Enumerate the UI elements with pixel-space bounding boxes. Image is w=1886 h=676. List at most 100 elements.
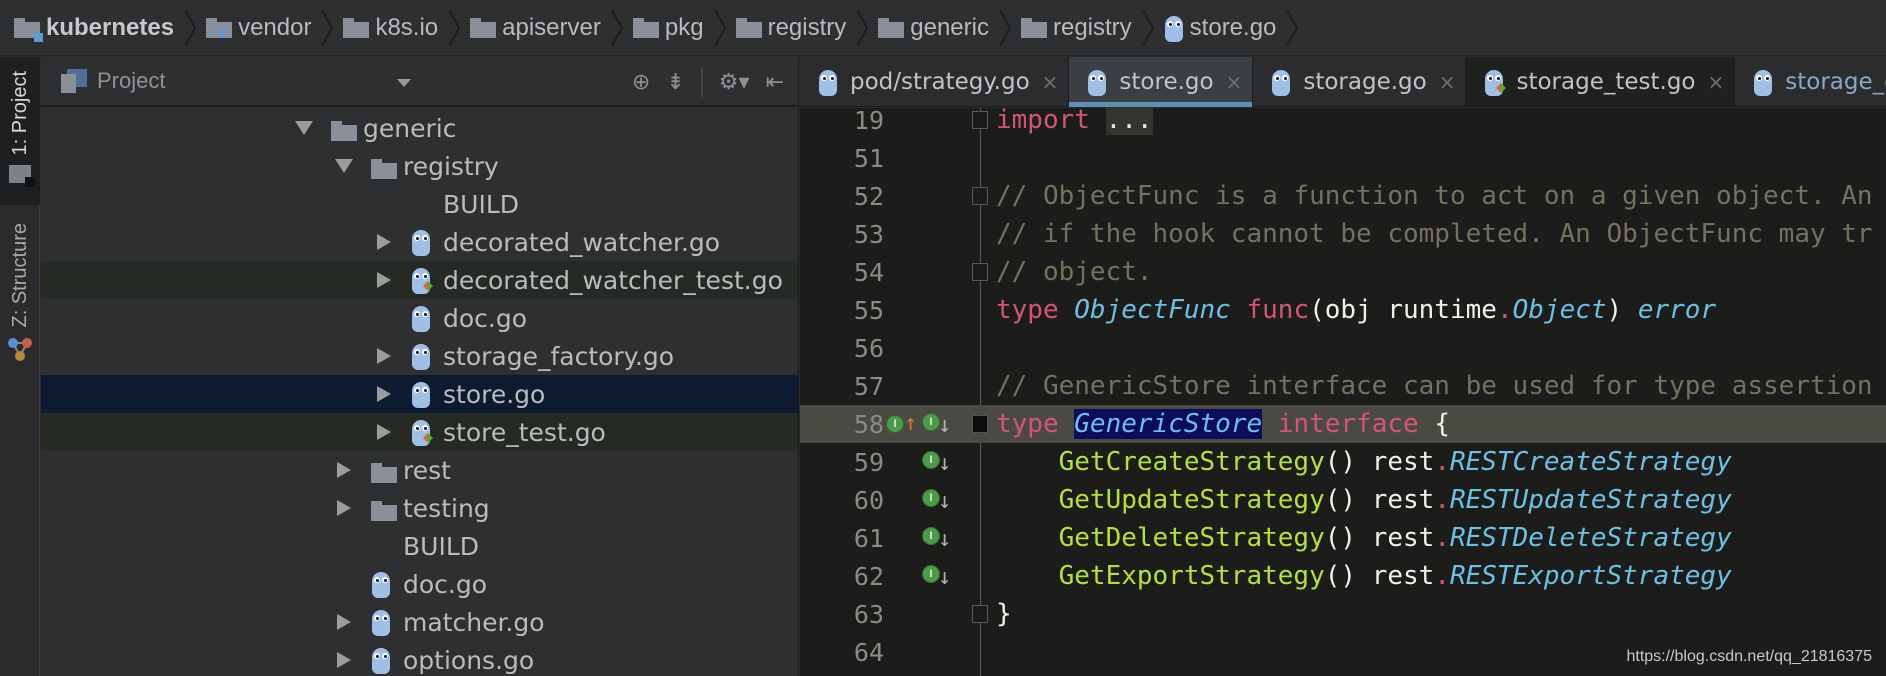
tree-item[interactable]: matcher.go bbox=[41, 603, 798, 641]
code-line[interactable]: 54 // object. bbox=[800, 253, 1886, 291]
tree-item[interactable]: doc.go bbox=[41, 299, 798, 337]
code-text: GetExportStrategy() rest.RESTExportStrat… bbox=[996, 561, 1732, 591]
breadcrumb-item[interactable]: kubernetes bbox=[14, 0, 174, 56]
collapsed-arrow-icon[interactable] bbox=[377, 424, 391, 440]
fold-collapse-icon[interactable] bbox=[972, 415, 988, 433]
editor-tab[interactable]: store.go × bbox=[1069, 57, 1254, 107]
code-editor[interactable]: 19 import ... 51 52 // ObjectFunc is a funct… bbox=[800, 108, 1886, 676]
close-tab-icon[interactable]: × bbox=[1708, 70, 1725, 94]
expand-arrow-icon[interactable] bbox=[335, 159, 353, 173]
project-tree: generic registry BUILD decorated_watcher.go… bbox=[41, 109, 798, 676]
tree-item[interactable]: decorated_watcher.go bbox=[41, 223, 798, 261]
close-tab-icon[interactable]: × bbox=[1439, 70, 1456, 94]
code-line[interactable]: 51 bbox=[800, 139, 1886, 177]
tree-item[interactable]: store.go bbox=[41, 375, 798, 413]
breadcrumb-label: registry bbox=[767, 13, 847, 41]
tree-icon bbox=[371, 646, 391, 676]
code-token: . bbox=[1434, 485, 1450, 515]
collapsed-arrow-icon[interactable] bbox=[377, 272, 391, 288]
view-dropdown-icon[interactable] bbox=[397, 79, 411, 87]
close-tab-icon[interactable]: × bbox=[1042, 70, 1059, 94]
code-line[interactable]: 59 GetCreateStrategy() rest.RESTCreateSt… bbox=[800, 443, 1886, 481]
fold-collapse-icon[interactable] bbox=[972, 187, 988, 205]
breadcrumb-item[interactable]: k8s.io bbox=[343, 0, 438, 56]
tree-item[interactable]: store_test.go bbox=[41, 413, 798, 451]
code-line[interactable]: 63} bbox=[800, 595, 1886, 633]
tree-item-label: BUILD bbox=[403, 531, 480, 561]
editor-tab[interactable]: storage_test.go × bbox=[1466, 57, 1736, 107]
code-line[interactable]: 52 // ObjectFunc is a function to act on … bbox=[800, 177, 1886, 215]
collapsed-arrow-icon[interactable] bbox=[377, 348, 391, 364]
editor-tab[interactable]: pod/strategy.go × bbox=[800, 57, 1070, 107]
hide-panel-icon[interactable]: ⇤ bbox=[766, 69, 784, 95]
toolbar-divider bbox=[700, 67, 703, 97]
breadcrumb-separator bbox=[712, 0, 728, 56]
tree-item[interactable]: options.go bbox=[41, 641, 798, 676]
tree-item[interactable]: BUILD bbox=[41, 185, 798, 223]
breadcrumb-item[interactable]: generic bbox=[878, 0, 989, 56]
project-folder-icon bbox=[9, 165, 35, 188]
collapse-all-icon[interactable]: ⇟ bbox=[666, 69, 684, 95]
code-token: () rest bbox=[1324, 485, 1435, 515]
folder-icon bbox=[371, 463, 397, 483]
tree-icon bbox=[371, 460, 397, 489]
collapsed-arrow-icon[interactable] bbox=[377, 386, 391, 402]
expand-arrow-icon[interactable] bbox=[295, 121, 313, 135]
code-token: RESTCreateStrategy bbox=[1449, 447, 1732, 477]
tree-item[interactable]: generic bbox=[41, 109, 798, 147]
code-text: // object. bbox=[996, 257, 1153, 287]
code-text: type GenericStore interface { bbox=[996, 409, 1450, 439]
tree-item[interactable]: storage_factory.go bbox=[41, 337, 798, 375]
code-token: (obj runtime bbox=[1309, 295, 1497, 325]
code-token: GetDeleteStrategy bbox=[1058, 523, 1325, 553]
code-token: () rest bbox=[1324, 523, 1435, 553]
fold-collapse-icon[interactable] bbox=[972, 263, 988, 281]
breadcrumb-item[interactable]: v vendor bbox=[206, 0, 311, 56]
collapsed-arrow-icon[interactable] bbox=[337, 500, 351, 516]
code-line[interactable]: 57 // GenericStore interface can be used … bbox=[800, 367, 1886, 405]
collapsed-arrow-icon[interactable] bbox=[337, 614, 351, 630]
tree-item[interactable]: rest bbox=[41, 451, 798, 489]
tree-item[interactable]: decorated_watcher_test.go bbox=[41, 261, 798, 299]
code-line[interactable]: 53 // if the hook cannot be completed. An… bbox=[800, 215, 1886, 253]
tree-item-label: BUILD bbox=[443, 189, 520, 219]
editor-tab[interactable]: storage.go × bbox=[1253, 57, 1467, 107]
go-file-icon bbox=[1753, 68, 1773, 96]
editor-tab[interactable]: storage_co bbox=[1735, 57, 1886, 107]
breadcrumb-item[interactable]: apiserver bbox=[470, 0, 601, 56]
fold-collapse-icon[interactable] bbox=[972, 605, 988, 623]
code-line[interactable]: 62 GetExportStrategy() rest.RESTExportSt… bbox=[800, 557, 1886, 595]
line-number: 56 bbox=[853, 333, 884, 363]
tree-item[interactable]: doc.go bbox=[41, 565, 798, 603]
code-line[interactable]: 60 GetUpdateStrategy() rest.RESTUpdateSt… bbox=[800, 481, 1886, 519]
code-token: func bbox=[1246, 295, 1310, 325]
project-tool-tab[interactable]: 1: Project bbox=[0, 57, 40, 205]
close-tab-icon[interactable]: × bbox=[1226, 70, 1243, 94]
collapsed-arrow-icon[interactable] bbox=[337, 462, 351, 478]
structure-tool-tab[interactable]: Z: Structure bbox=[0, 223, 40, 403]
code-line[interactable]: 56 bbox=[800, 329, 1886, 367]
module-folder-icon bbox=[14, 17, 43, 42]
settings-icon[interactable]: ⚙▾ bbox=[719, 69, 750, 95]
breadcrumb-item[interactable]: store.go bbox=[1164, 0, 1276, 56]
code-token: ) bbox=[1606, 295, 1638, 325]
collapsed-arrow-icon[interactable] bbox=[337, 652, 351, 668]
breadcrumb-item[interactable]: pkg bbox=[632, 0, 704, 56]
code-line[interactable]: 55 type ObjectFunc func(obj runtime.Objec… bbox=[800, 291, 1886, 329]
line-number: 55 bbox=[853, 295, 884, 325]
folder-icon bbox=[470, 17, 497, 38]
code-line[interactable]: 19 import ... bbox=[800, 108, 1886, 139]
tree-item-label: matcher.go bbox=[403, 607, 545, 637]
code-line[interactable]: 58 type GenericStore interface {I ↑ I ↓ bbox=[800, 405, 1886, 443]
tree-item[interactable]: BUILD bbox=[41, 527, 798, 565]
locate-icon[interactable]: ⊕ bbox=[632, 69, 650, 95]
implemented-icon[interactable]: I bbox=[886, 415, 904, 433]
tree-item[interactable]: testing bbox=[41, 489, 798, 527]
breadcrumb-item[interactable]: registry bbox=[735, 0, 847, 56]
tree-item[interactable]: registry bbox=[41, 147, 798, 185]
code-token: // GenericStore interface can be used fo… bbox=[996, 371, 1873, 401]
fold-expand-icon[interactable] bbox=[972, 111, 988, 129]
breadcrumb-item[interactable]: registry bbox=[1020, 0, 1132, 56]
collapsed-arrow-icon[interactable] bbox=[377, 234, 391, 250]
code-line[interactable]: 61 GetDeleteStrategy() rest.RESTDeleteSt… bbox=[800, 519, 1886, 557]
